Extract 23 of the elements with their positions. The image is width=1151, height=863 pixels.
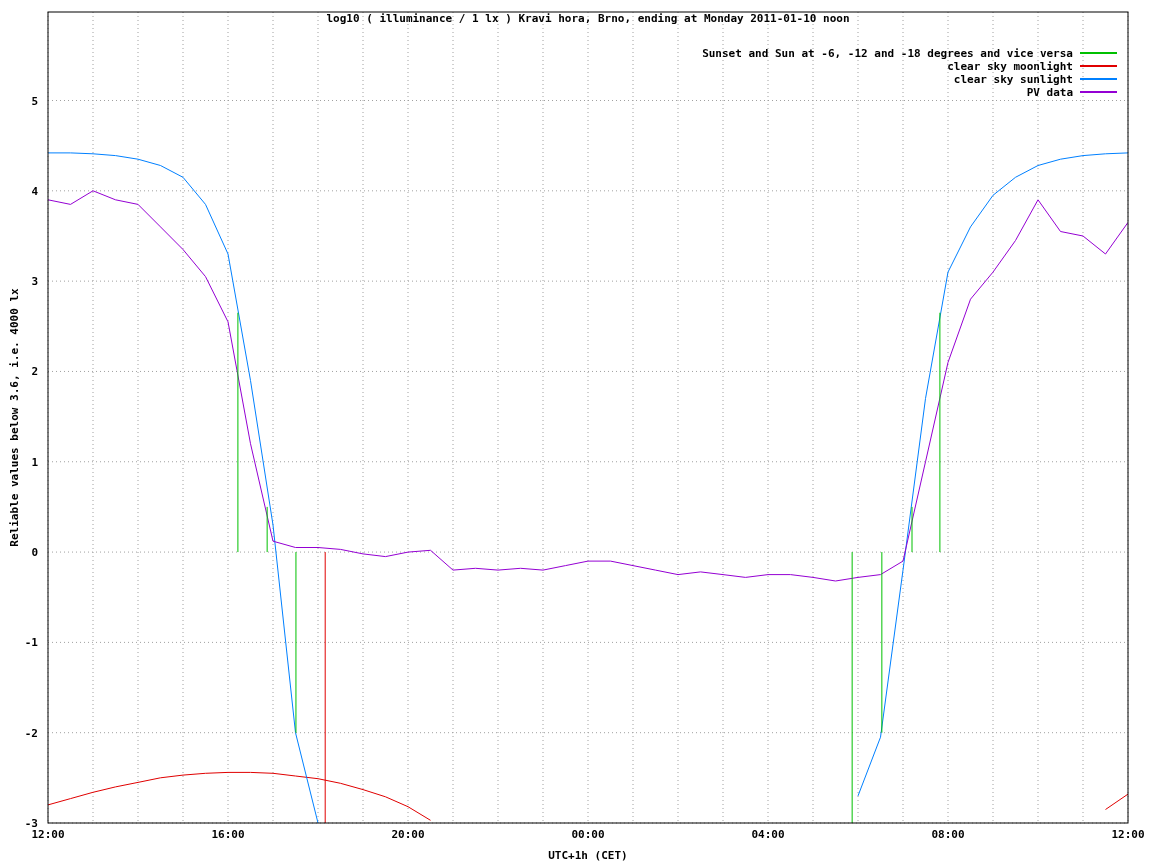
y-tick-label: -3: [24, 817, 38, 830]
legend-label: clear sky sunlight: [953, 73, 1073, 86]
x-tick-label: 12:00: [1111, 828, 1145, 841]
x-tick-label: 12:00: [31, 828, 65, 841]
y-tick-label: 3: [31, 275, 38, 289]
x-tick-label: 20:00: [391, 828, 425, 841]
y-tick-label: 5: [31, 94, 38, 108]
legend-label: PV data: [1026, 86, 1073, 99]
y-tick-label: 4: [31, 184, 38, 198]
y-tick-label: 1: [31, 455, 38, 469]
y-tick-label: 0: [31, 546, 38, 560]
y-tick-label: -1: [24, 636, 38, 650]
legend-label: Sunset and Sun at -6, -12 and -18 degrees and vice versa: [702, 47, 1073, 60]
y-axis-label: Reliable values below 3.6, i.e. 4000 lx: [8, 288, 21, 547]
x-tick-label: 16:00: [211, 828, 245, 841]
y-tick-label: 2: [31, 365, 38, 379]
x-tick-label: 08:00: [931, 828, 965, 841]
y-tick-label: -2: [24, 726, 38, 740]
x-axis-label: UTC+1h (CET): [548, 849, 628, 862]
legend-label: clear sky moonlight: [947, 60, 1073, 73]
x-tick-label: 04:00: [751, 828, 785, 841]
chart-title: log10 ( illuminance / 1 lx ) Kravi hora, Brno, ending at Monday 2011-01-10 noon: [326, 12, 850, 25]
x-tick-label: 00:00: [571, 828, 605, 841]
